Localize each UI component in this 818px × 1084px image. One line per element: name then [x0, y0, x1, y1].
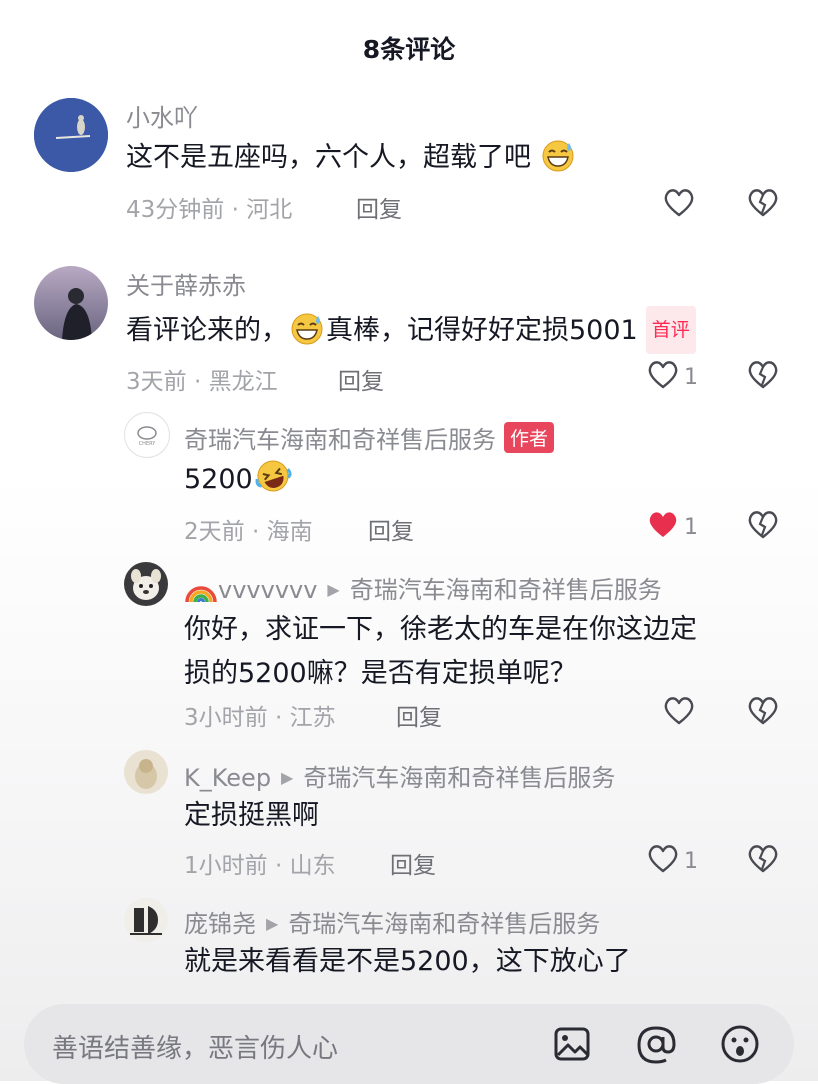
- mention-button[interactable]: [634, 1022, 678, 1070]
- image-icon: [552, 1027, 592, 1068]
- reply-to-name[interactable]: 奇瑞汽车海南和奇祥售后服务: [288, 910, 600, 938]
- svg-text:CHERY: CHERY: [139, 441, 157, 447]
- comment-meta: 3天前 · 黑龙江: [126, 369, 278, 395]
- rainbow-icon: [184, 574, 218, 610]
- reply-button[interactable]: 回复: [390, 846, 436, 880]
- reply-text-line: 你好，求证一下，徐老太的车是在你这边定: [184, 614, 697, 645]
- image-button[interactable]: [552, 1024, 592, 1068]
- emoji-face-icon: [718, 1025, 762, 1070]
- comment-text-before: 看评论来的，: [126, 315, 288, 346]
- reply-text: 就是来看看是不是5200，这下放心了: [184, 946, 631, 977]
- like-count: 1: [684, 514, 698, 540]
- reply-text: 5200: [184, 458, 293, 508]
- like-button[interactable]: 1: [646, 508, 698, 546]
- reply-text: 你好，求证一下，徐老太的车是在你这边定 损的5200嘛？是否有定损单呢？: [184, 608, 697, 696]
- like-button[interactable]: [662, 694, 696, 732]
- at-icon: [634, 1026, 678, 1070]
- comment-text-content: 这不是五座吗，六个人，超载了吧: [126, 142, 531, 173]
- heart-outline-icon: [662, 694, 696, 732]
- comment-input-bar[interactable]: 善语结善缘，恶言伤人心: [24, 1004, 794, 1084]
- username: 奇瑞汽车海南和奇祥售后服务 作者: [184, 420, 555, 455]
- avatar[interactable]: [124, 750, 168, 794]
- reply-to-name[interactable]: 奇瑞汽车海南和奇祥售后服务: [303, 764, 615, 792]
- comment-item: 关于薛赤赤 看评论来的， 真棒，记得好好定损5001 首评 3天前 · 黑龙江 回…: [0, 262, 818, 402]
- username-line: K_Keep ▶ 奇瑞汽车海南和奇祥售后服务: [184, 758, 615, 793]
- reply-username[interactable]: vvvvvvv: [218, 576, 317, 604]
- reply-arrow-icon: ▶: [327, 580, 340, 599]
- reply-item: CHERY 奇瑞汽车海南和奇祥售后服务 作者 5200 2天前 · 海南 回复 1: [0, 410, 818, 550]
- reply-item: vvvvvvv ▶ 奇瑞汽车海南和奇祥售后服务 你好，求证一下，徐老太的车是在你这边…: [0, 560, 818, 740]
- heart-filled-icon: [646, 508, 680, 546]
- avatar[interactable]: [34, 266, 108, 340]
- reply-to-name[interactable]: 奇瑞汽车海南和奇祥售后服务: [350, 576, 662, 604]
- reply-arrow-icon: ▶: [281, 768, 294, 787]
- comment-text: 看评论来的， 真棒，记得好好定损5001 首评: [126, 306, 696, 359]
- reply-username[interactable]: 庞锦尧: [184, 910, 256, 938]
- broken-heart-icon: [746, 845, 780, 878]
- avatar[interactable]: CHERY: [124, 412, 170, 458]
- reply-text: 定损挺黑啊: [184, 800, 319, 831]
- username[interactable]: 关于薛赤赤: [126, 266, 246, 301]
- heart-outline-icon: [646, 842, 680, 880]
- reply-button[interactable]: 回复: [338, 362, 384, 396]
- like-button[interactable]: 1: [646, 842, 698, 880]
- reply-meta: 2天前 · 海南: [184, 519, 313, 545]
- like-button[interactable]: [662, 186, 696, 224]
- username[interactable]: 小水吖: [126, 98, 198, 133]
- laughing-tears-emoji-icon: [253, 458, 293, 508]
- avatar[interactable]: [124, 898, 168, 942]
- author-badge: 作者: [504, 422, 555, 453]
- like-button[interactable]: 1: [646, 358, 698, 396]
- reply-button[interactable]: 回复: [356, 190, 402, 224]
- reply-item: 庞锦尧 ▶ 奇瑞汽车海南和奇祥售后服务 就是来看看是不是5200，这下放心了: [0, 896, 818, 996]
- reply-button[interactable]: 回复: [396, 698, 442, 732]
- broken-heart-icon: [746, 511, 780, 544]
- grin-sweat-emoji-icon: [288, 311, 326, 359]
- reply-text-line: 损的5200嘛？是否有定损单呢？: [184, 658, 577, 689]
- author-name[interactable]: 奇瑞汽车海南和奇祥售后服务: [184, 426, 496, 454]
- reply-item: K_Keep ▶ 奇瑞汽车海南和奇祥售后服务 定损挺黑啊 1小时前 · 山东 回复 …: [0, 748, 818, 888]
- dislike-button[interactable]: [746, 358, 780, 394]
- emoji-button[interactable]: [718, 1022, 762, 1070]
- reply-meta: 1小时前 · 山东: [184, 853, 336, 879]
- dislike-button[interactable]: [746, 694, 780, 730]
- comment-item: 小水吖 这不是五座吗，六个人，超载了吧 43分钟前 · 河北 回复: [0, 90, 818, 230]
- avatar[interactable]: [124, 562, 168, 606]
- first-comment-badge: 首评: [645, 306, 696, 354]
- reply-button[interactable]: 回复: [368, 512, 414, 546]
- like-count: 1: [684, 364, 698, 390]
- reply-arrow-icon: ▶: [266, 914, 279, 933]
- dislike-button[interactable]: [746, 186, 780, 222]
- dislike-button[interactable]: [746, 508, 780, 544]
- comment-count-title: 8条评论: [362, 35, 456, 64]
- heart-outline-icon: [662, 186, 696, 224]
- broken-heart-icon: [746, 697, 780, 730]
- reply-text-content: 5200: [184, 464, 253, 495]
- comment-meta: 43分钟前 · 河北: [126, 197, 293, 223]
- grin-sweat-emoji-icon: [540, 138, 576, 186]
- like-count: 1: [684, 848, 698, 874]
- reply-username[interactable]: K_Keep: [184, 764, 271, 792]
- username-line: vvvvvvv ▶ 奇瑞汽车海南和奇祥售后服务: [184, 570, 662, 610]
- reply-meta: 3小时前 · 江苏: [184, 705, 336, 731]
- comment-input-placeholder[interactable]: 善语结善缘，恶言伤人心: [52, 1028, 338, 1065]
- broken-heart-icon: [746, 361, 780, 394]
- broken-heart-icon: [746, 189, 780, 222]
- avatar[interactable]: [34, 98, 108, 172]
- comment-text-after: 真棒，记得好好定损5001: [326, 315, 638, 346]
- comment-text: 这不是五座吗，六个人，超载了吧: [126, 136, 576, 186]
- username-line: 庞锦尧 ▶ 奇瑞汽车海南和奇祥售后服务: [184, 904, 600, 939]
- dislike-button[interactable]: [746, 842, 780, 878]
- heart-outline-icon: [646, 358, 680, 396]
